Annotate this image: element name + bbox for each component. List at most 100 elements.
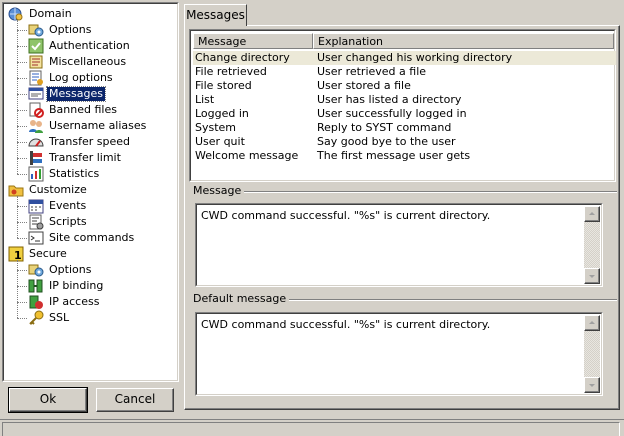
log-options-icon (28, 70, 44, 86)
tree-item-label: Messages (46, 86, 106, 102)
tree-connector (17, 126, 27, 127)
list-item[interactable]: Logged in User successfully logged in (193, 107, 616, 121)
messages-list[interactable]: Message Explanation Change directory User… (189, 29, 616, 182)
tree-connector (17, 94, 27, 95)
authentication-icon (28, 38, 44, 54)
tree-connector (17, 206, 27, 207)
list-item[interactable]: File stored User stored a file (193, 79, 616, 93)
message-cell: Welcome message (195, 149, 299, 162)
tree-connector (17, 270, 27, 271)
tree-item-label: Banned files (49, 103, 117, 116)
tree-item-miscellaneous[interactable]: Miscellaneous (28, 54, 128, 70)
tree-item-label: Site commands (49, 231, 135, 244)
default-message-textarea[interactable]: CWD command successful. "%s" is current … (195, 312, 603, 396)
tree-item-options[interactable]: Options (28, 262, 93, 278)
explanation-cell: Say good bye to the user (317, 135, 456, 148)
scroll-down-arrow-icon (589, 275, 595, 278)
list-item[interactable]: User quit Say good bye to the user (193, 135, 616, 149)
scripts-icon (28, 214, 44, 230)
explanation-cell: Reply to SYST command (317, 121, 452, 134)
message-cell: Change directory (195, 51, 290, 64)
tree-item-label: Scripts (49, 215, 87, 228)
tree-item-label: Options (49, 263, 92, 276)
scroll-up-button[interactable] (584, 315, 600, 331)
tree-item-statistics[interactable]: Statistics (28, 166, 101, 182)
tree-connector (17, 142, 27, 143)
tree-item-label: Log options (49, 71, 113, 84)
list-item[interactable]: List User has listed a directory (193, 93, 616, 107)
tree-item-banned-files[interactable]: Banned files (28, 102, 119, 118)
scroll-up-button[interactable] (584, 206, 600, 222)
ok-button[interactable]: Ok (8, 387, 88, 413)
miscellaneous-icon (28, 54, 44, 70)
default-message-text: CWD command successful. "%s" is current … (201, 318, 491, 331)
gauge-icon (28, 134, 44, 150)
status-pane (2, 422, 620, 436)
tree-item-label: Username aliases (49, 119, 147, 132)
tree-connector (17, 222, 27, 223)
tree-item-authentication[interactable]: Authentication (28, 38, 132, 54)
tree-connector (17, 260, 18, 318)
tree-item-transfer-limit[interactable]: Transfer limit (28, 150, 123, 166)
key-icon (28, 310, 44, 326)
users-icon (28, 118, 44, 134)
statistics-icon (28, 166, 44, 182)
explanation-cell: User retrieved a file (317, 65, 427, 78)
tree-connector (17, 318, 27, 319)
tree-item-log-options[interactable]: Log options (28, 70, 115, 86)
tree-item-username-aliases[interactable]: Username aliases (28, 118, 148, 134)
tree-item-scripts[interactable]: Scripts (28, 214, 89, 230)
explanation-cell: The first message user gets (317, 149, 471, 162)
tree-item-events[interactable]: Events (28, 198, 88, 214)
events-icon (28, 198, 44, 214)
tree-item-transfer-speed[interactable]: Transfer speed (28, 134, 132, 150)
tree-item-messages[interactable]: Messages (28, 86, 106, 102)
customize-icon (8, 182, 24, 198)
tree-item-ssl[interactable]: SSL (28, 310, 71, 326)
settings-tree[interactable]: Domain Options Authentication Miscellaneous… (2, 2, 179, 382)
tree-item-label: Miscellaneous (49, 55, 127, 68)
column-header-explanation[interactable]: Explanation (313, 33, 614, 49)
column-header-message[interactable]: Message (193, 33, 313, 49)
tab-messages[interactable]: Messages (184, 4, 247, 26)
tree-connector (17, 20, 18, 174)
ip-access-icon (28, 294, 44, 310)
list-item[interactable]: Welcome message The first message user ge… (193, 149, 616, 163)
tree-item-ip-access[interactable]: IP access (28, 294, 101, 310)
scroll-up-arrow-icon (589, 321, 595, 324)
list-item[interactable]: File retrieved User retrieved a file (193, 65, 616, 79)
status-bar (0, 419, 624, 436)
tree-connector (17, 110, 27, 111)
tree-connector (17, 46, 27, 47)
tree-item-ip-binding[interactable]: IP binding (28, 278, 105, 294)
banned-files-icon (28, 102, 44, 118)
message-text: CWD command successful. "%s" is current … (201, 209, 491, 222)
message-textarea[interactable]: CWD command successful. "%s" is current … (195, 203, 603, 287)
message-cell: List (195, 93, 215, 106)
tree-item-site-commands[interactable]: Site commands (28, 230, 136, 246)
domain-icon (8, 6, 24, 22)
tree-item-label: IP binding (49, 279, 104, 292)
tree-item-label: Domain (29, 7, 72, 20)
tree-item-customize[interactable]: Customize (8, 182, 89, 198)
settings-tree-body[interactable]: Domain Options Authentication Miscellaneous… (3, 3, 178, 381)
cancel-button[interactable]: Cancel (96, 388, 174, 412)
message-cell: Logged in (195, 107, 249, 120)
message-cell: User quit (195, 135, 245, 148)
message-scrollbar[interactable] (584, 206, 600, 284)
message-group-line (192, 191, 617, 193)
tree-connector (17, 174, 27, 175)
tree-item-options[interactable]: Options (28, 22, 93, 38)
tree-item-label: Options (49, 23, 92, 36)
message-cell: File retrieved (195, 65, 267, 78)
tree-connector (17, 30, 27, 31)
list-item[interactable]: Change directory User changed his working… (193, 51, 616, 65)
default-message-group-label: Default message (190, 292, 290, 306)
list-item[interactable]: System Reply to SYST command (193, 121, 616, 135)
tree-item-label: Transfer limit (49, 151, 121, 164)
tree-item-label: Events (49, 199, 87, 212)
scroll-down-button[interactable] (584, 268, 600, 284)
default-message-scrollbar[interactable] (584, 315, 600, 393)
tree-connector (17, 302, 27, 303)
scroll-down-button[interactable] (584, 377, 600, 393)
